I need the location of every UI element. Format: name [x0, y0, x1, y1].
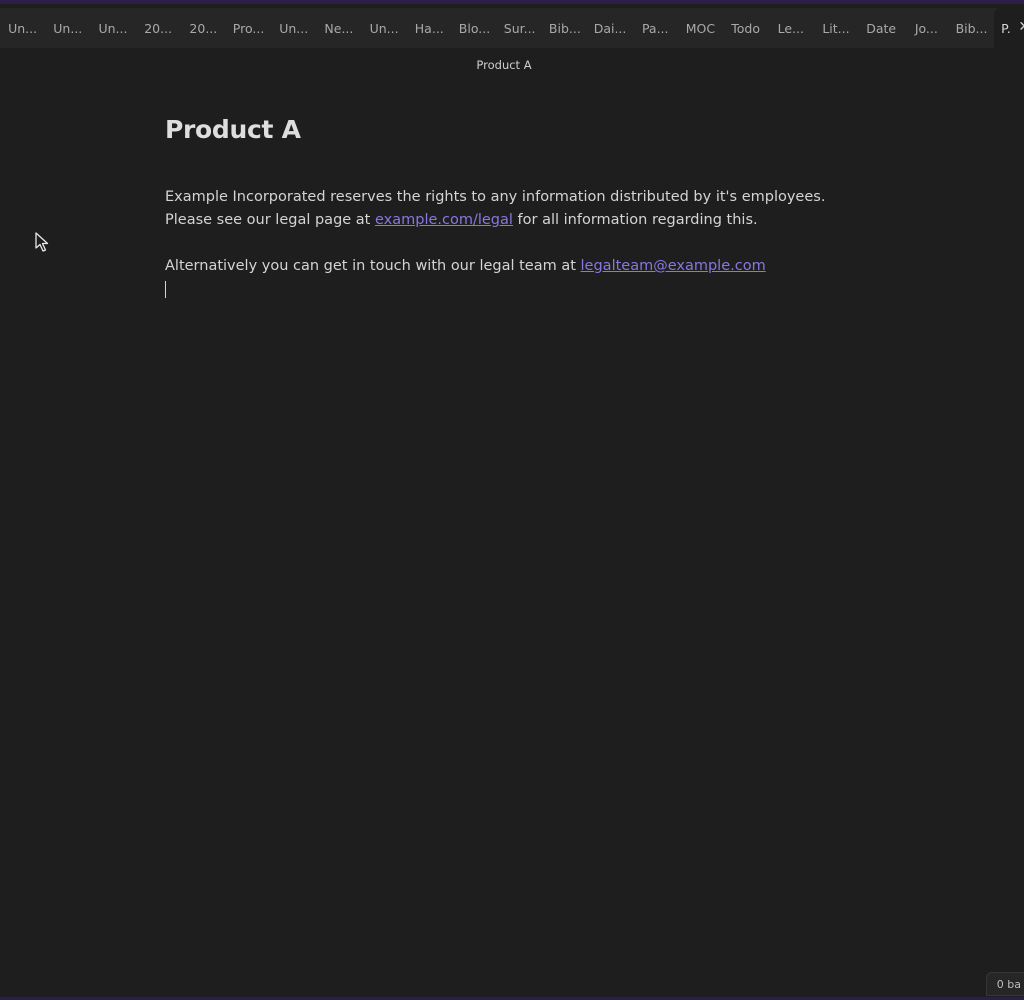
tab-item[interactable]: 20... [136, 8, 181, 48]
tab-item[interactable]: Un... [271, 8, 316, 48]
tab-bar: Un... Un... Un... 20... 20... Pro... Un... Ne..… [0, 8, 1024, 48]
tab-item[interactable]: Bib... [949, 8, 994, 48]
tab-item[interactable]: Todo [723, 8, 768, 48]
backlinks-count[interactable]: 0 ba [997, 978, 1021, 991]
legal-page-link[interactable]: example.com/legal [375, 212, 513, 228]
tab-item[interactable]: Bib... [542, 8, 587, 48]
paragraph-text: Alternatively you can get in touch with … [165, 258, 581, 274]
tab-item[interactable]: Ne... [316, 8, 361, 48]
tab-item[interactable]: Date [859, 8, 904, 48]
tab-item[interactable]: Un... [0, 8, 45, 48]
tab-item[interactable]: Jo... [904, 8, 949, 48]
tab-item[interactable]: Un... [362, 8, 407, 48]
close-icon[interactable]: ✕ [1018, 19, 1024, 35]
paragraph-text: Please see our legal page at [165, 212, 375, 228]
paragraph-text: Example Incorporated reserves the rights… [165, 189, 826, 205]
tab-item[interactable]: Un... [90, 8, 135, 48]
tab-item[interactable]: Un... [45, 8, 90, 48]
tab-item[interactable]: Lit... [813, 8, 858, 48]
legal-email-link[interactable]: legalteam@example.com [581, 258, 766, 274]
tab-item[interactable]: MOC [678, 8, 723, 48]
tab-item[interactable]: 20... [181, 8, 226, 48]
paragraph-line-2: Please see our legal page at example.com… [165, 209, 865, 232]
paragraph-line-3: Alternatively you can get in touch with … [165, 255, 865, 278]
tab-item[interactable]: Ha... [407, 8, 452, 48]
view-title[interactable]: Product A [476, 58, 531, 72]
tab-item[interactable]: Pro... [226, 8, 271, 48]
paragraph-text: for all information regarding this. [512, 212, 758, 228]
tab-label: P. [1001, 20, 1011, 36]
note-heading: Product A [165, 115, 301, 144]
tab-item[interactable]: Dai... [587, 8, 632, 48]
tab-item[interactable]: Sur... [497, 8, 542, 48]
paragraph-line-1: Example Incorporated reserves the rights… [165, 186, 865, 209]
tab-item[interactable]: Pa... [633, 8, 678, 48]
text-caret [165, 281, 166, 298]
app-window: Un... Un... Un... 20... 20... Pro... Un... Ne..… [0, 0, 1024, 1000]
tab-item[interactable]: Le... [768, 8, 813, 48]
status-bar: 0 ba [985, 972, 1024, 996]
tab-item[interactable]: Blo... [452, 8, 497, 48]
tab-product-a[interactable]: P. ✕ [994, 8, 1024, 48]
view-header: Product A [0, 48, 1024, 82]
note-editor[interactable]: Product A Example Incorporated reserves … [165, 112, 865, 298]
mouse-pointer-icon [35, 232, 49, 252]
